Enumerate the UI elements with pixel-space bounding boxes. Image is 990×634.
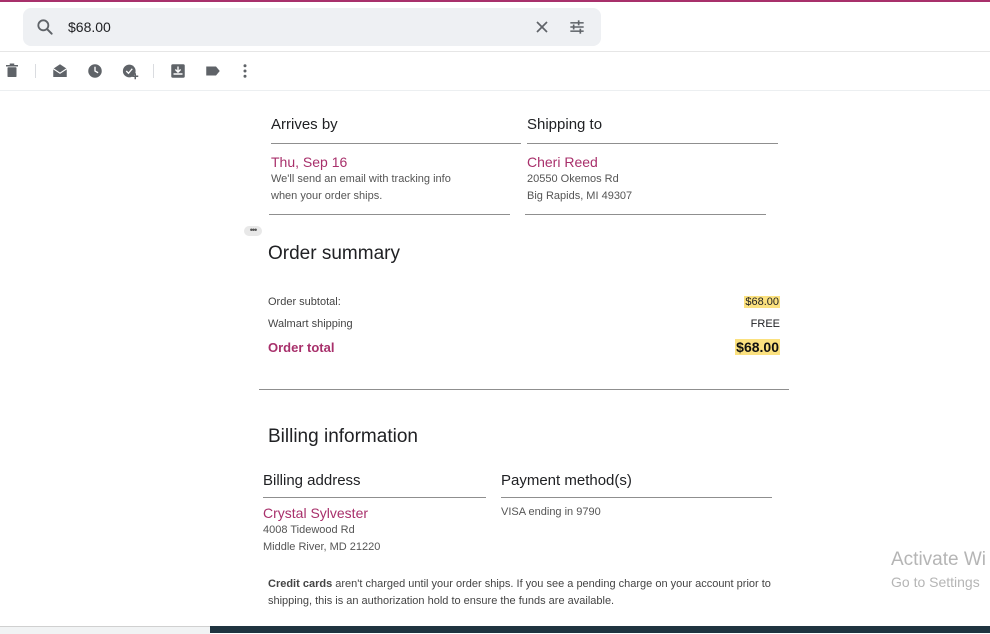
- subtotal-amount: $68.00: [744, 296, 780, 308]
- shipping-bottom-rule: [525, 214, 766, 215]
- billing-address-line1: 4008 Tidewood Rd: [263, 524, 355, 536]
- billing-name: Crystal Sylvester: [263, 505, 369, 521]
- arrival-date: Thu, Sep 16: [271, 154, 348, 170]
- payment-heading: Payment method(s): [501, 472, 632, 489]
- arrival-note-line1: We'll send an email with tracking info: [271, 173, 451, 185]
- close-icon[interactable]: [532, 17, 552, 37]
- snooze-icon[interactable]: [86, 62, 104, 80]
- toolbar-divider: [0, 90, 990, 91]
- header-divider: [0, 51, 990, 52]
- billing-address-heading: Billing address: [263, 472, 361, 489]
- order-summary-title: Order summary: [268, 243, 400, 264]
- show-trimmed-content-button[interactable]: •••: [244, 226, 262, 236]
- arrives-bottom-rule: [269, 214, 510, 215]
- shipping-heading: Shipping to: [527, 116, 603, 133]
- search-input[interactable]: $68.00: [68, 19, 111, 35]
- top-accent-line: [0, 0, 990, 2]
- order-total-value: $68.00: [735, 339, 780, 355]
- more-vert-icon[interactable]: [236, 62, 254, 80]
- search-options-icon[interactable]: [567, 17, 587, 37]
- taskbar: [210, 626, 990, 633]
- trash-icon[interactable]: [3, 62, 21, 80]
- label-icon[interactable]: [204, 62, 222, 80]
- shipping-address-line2: Big Rapids, MI 49307: [527, 190, 633, 202]
- toolbar-separator: [153, 64, 154, 78]
- billing-address-rule: [263, 497, 486, 498]
- activation-watermark-subtitle: Go to Settings: [891, 574, 980, 590]
- activation-watermark-title: Activate Wi: [891, 549, 987, 570]
- subtotal-label: Order subtotal:: [268, 296, 341, 308]
- arrives-heading: Arrives by: [271, 116, 338, 133]
- billing-address-line2: Middle River, MD 21220: [263, 541, 381, 553]
- shipping-name: Cheri Reed: [527, 154, 598, 170]
- disclaimer-text: aren't charged until your order ships. I…: [268, 578, 771, 607]
- disclaimer-bold: Credit cards: [268, 578, 333, 590]
- billing-title: Billing information: [268, 426, 418, 447]
- shipping-cost-value: FREE: [750, 318, 780, 330]
- message-toolbar: [0, 58, 300, 84]
- shipping-address-line1: 20550 Okemos Rd: [527, 173, 619, 185]
- shipping-rule: [527, 143, 778, 144]
- arrives-rule: [271, 143, 521, 144]
- search-bar[interactable]: $68.00: [23, 8, 601, 46]
- add-task-icon[interactable]: [121, 62, 139, 80]
- payment-rule: [501, 497, 772, 498]
- payment-method: VISA ending in 9790: [501, 506, 601, 518]
- charge-disclaimer: Credit cards aren't charged until your o…: [268, 576, 788, 610]
- arrival-note-line2: when your order ships.: [271, 190, 383, 202]
- order-total-label: Order total: [268, 340, 335, 355]
- shipping-cost-label: Walmart shipping: [268, 318, 353, 330]
- move-to-icon[interactable]: [169, 62, 187, 80]
- mark-read-icon[interactable]: [51, 62, 69, 80]
- summary-divider: [259, 389, 789, 390]
- toolbar-separator: [35, 64, 36, 78]
- search-icon[interactable]: [35, 17, 55, 37]
- order-total-amount: $68.00: [735, 339, 780, 355]
- subtotal-value: $68.00: [744, 296, 780, 308]
